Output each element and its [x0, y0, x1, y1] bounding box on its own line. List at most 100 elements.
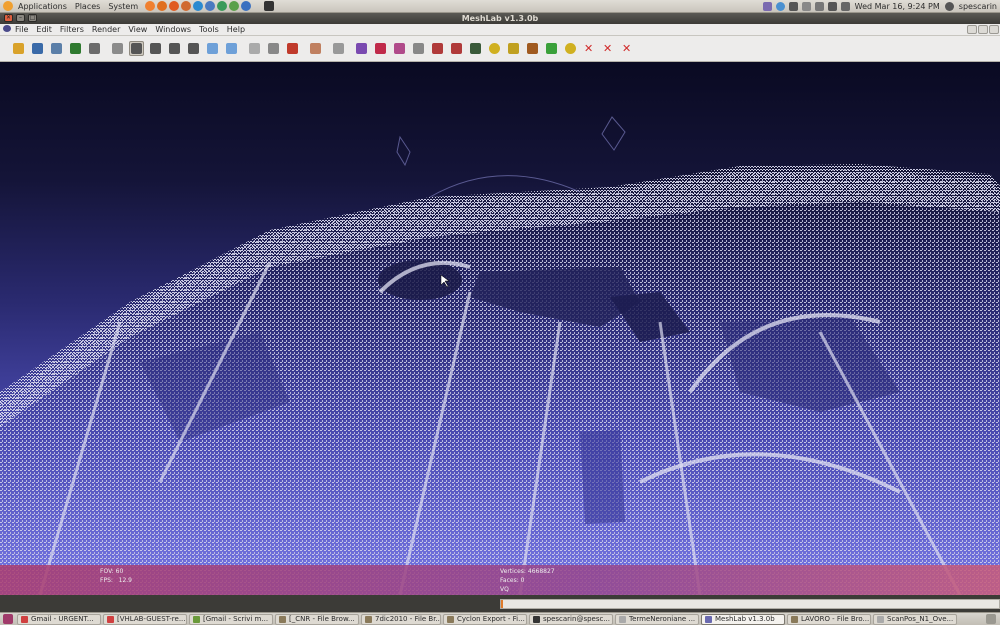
info-icon[interactable] — [563, 41, 578, 56]
camera-icon[interactable] — [217, 1, 228, 11]
taskbar-item[interactable]: ScanPos_N1_Ove... — [873, 613, 957, 625]
chat-icon[interactable] — [229, 1, 240, 11]
faces-label: Faces: — [500, 577, 519, 584]
subwindow-close-button[interactable] — [989, 25, 999, 34]
open-icon[interactable] — [11, 41, 26, 56]
brush-icon[interactable] — [506, 41, 521, 56]
taskbar-item[interactable]: [_CNR - File Brow... — [275, 613, 359, 625]
volume-icon[interactable] — [827, 1, 837, 11]
menu-edit[interactable]: Edit — [32, 25, 56, 34]
battery-icon[interactable] — [814, 1, 824, 11]
delete-faces-icon[interactable]: ✕ — [601, 41, 616, 56]
taskbar-item[interactable]: Gmail - URGENT... — [17, 613, 101, 625]
taskbar-item-label: Gmail - URGENT... — [31, 615, 94, 623]
top-menu-applications[interactable]: Applications — [14, 2, 71, 11]
taskbar-item[interactable]: [Gmail - Scrivi m... — [189, 613, 273, 625]
keyboard-icon[interactable] — [762, 1, 772, 11]
select-faces-icon[interactable] — [392, 41, 407, 56]
taskbar-item[interactable]: spescarin@spesc... — [529, 613, 613, 625]
window-minimize-button[interactable]: – — [16, 14, 25, 22]
envelope-icon[interactable] — [840, 1, 850, 11]
window-title: MeshLab v1.3.0b — [461, 14, 539, 23]
vlc-icon[interactable] — [157, 1, 168, 11]
delete-selected-icon[interactable]: ✕ — [620, 41, 635, 56]
app-icon — [533, 615, 540, 623]
window-titlebar[interactable]: ✕ – □ MeshLab v1.3.0b — [0, 13, 1000, 24]
top-menu-places[interactable]: Places — [71, 2, 104, 11]
window-maximize-button[interactable]: □ — [28, 14, 37, 22]
app-menu-icon[interactable] — [0, 25, 11, 34]
show-desktop-icon[interactable] — [3, 614, 13, 624]
network-icon[interactable] — [801, 1, 811, 11]
clock[interactable]: Wed Mar 16, 9:24 PM — [852, 2, 943, 11]
fov-value: 60 — [115, 568, 124, 575]
ubuntu-icon[interactable] — [145, 1, 156, 11]
window-close-button[interactable]: ✕ — [4, 14, 13, 22]
mail-tray-icon[interactable] — [788, 1, 798, 11]
flat-lines-icon[interactable] — [186, 41, 201, 56]
app-icon — [365, 615, 372, 623]
3d-viewport[interactable] — [0, 62, 1000, 595]
browser-icon[interactable] — [181, 1, 192, 11]
app-icon — [877, 615, 884, 623]
select-vertex-icon[interactable] — [354, 41, 369, 56]
skype-icon[interactable] — [193, 1, 204, 11]
taskbar-item[interactable]: [VHLAB-GUEST-re... — [103, 613, 187, 625]
menu-filters[interactable]: Filters — [56, 25, 88, 34]
progress-bar — [500, 599, 1000, 609]
measure-icon[interactable] — [430, 41, 445, 56]
task-list: Gmail - URGENT... [VHLAB-GUEST-re... [Gmai… — [16, 613, 958, 625]
light-icon[interactable] — [266, 41, 281, 56]
chrome-icon[interactable] — [241, 1, 252, 11]
trash-icon[interactable] — [986, 614, 996, 624]
raster-icon[interactable] — [468, 41, 483, 56]
help-icon[interactable] — [205, 1, 216, 11]
ubuntu-logo-icon[interactable] — [3, 1, 13, 11]
taskbar-item-label: [VHLAB-GUEST-re... — [117, 615, 186, 623]
menu-tools[interactable]: Tools — [195, 25, 223, 34]
annotate-icon[interactable] — [487, 41, 502, 56]
chrome-tray-icon[interactable] — [775, 1, 785, 11]
back-face-icon[interactable] — [285, 41, 300, 56]
move-icon[interactable] — [411, 41, 426, 56]
terminal-icon[interactable] — [264, 1, 275, 11]
menu-file[interactable]: File — [11, 25, 32, 34]
menu-windows[interactable]: Windows — [151, 25, 195, 34]
taskbar-item-label: [Gmail - Scrivi m... — [203, 615, 269, 623]
taskbar-item[interactable]: LAVORO - File Bro... — [787, 613, 871, 625]
subwindow-minimize-button[interactable] — [967, 25, 977, 34]
username[interactable]: spescarin — [956, 2, 1000, 11]
taskbar-item[interactable]: MeshLab v1.3.0b — [701, 613, 785, 625]
wireframe-icon[interactable] — [148, 41, 163, 56]
pencil-icon[interactable] — [525, 41, 540, 56]
menu-help[interactable]: Help — [223, 25, 249, 34]
taskbar-item[interactable]: Cyclon Export - Fi... — [443, 613, 527, 625]
points-pick-icon[interactable] — [544, 41, 559, 56]
flat-icon[interactable] — [205, 41, 220, 56]
menu-render[interactable]: Render — [88, 25, 124, 34]
texture-icon[interactable] — [247, 41, 262, 56]
taskbar-item[interactable]: 7dic2010 - File Br... — [361, 613, 441, 625]
top-menu-system[interactable]: System — [104, 2, 142, 11]
save-icon[interactable] — [68, 41, 83, 56]
points-icon[interactable] — [129, 41, 144, 56]
toolbar: ✕ ✕ ✕ — [0, 36, 1000, 62]
delete-vertices-icon[interactable]: ✕ — [582, 41, 597, 56]
subwindow-restore-button[interactable] — [978, 25, 988, 34]
paint-icon[interactable] — [373, 41, 388, 56]
color-icon[interactable] — [308, 41, 323, 56]
firefox-icon[interactable] — [169, 1, 180, 11]
save-snapshot-icon[interactable] — [49, 41, 64, 56]
taskbar-item-label: ScanPos_N1_Ove... — [887, 615, 954, 623]
pointer-icon[interactable] — [331, 41, 346, 56]
taskbar-item[interactable]: TermeNeroniane ... — [615, 613, 699, 625]
smooth-icon[interactable] — [224, 41, 239, 56]
bbox-icon[interactable] — [110, 41, 125, 56]
layers-icon[interactable] — [87, 41, 102, 56]
align-icon[interactable] — [449, 41, 464, 56]
app-icon — [705, 615, 712, 623]
menu-view[interactable]: View — [124, 25, 151, 34]
app-icon — [447, 615, 454, 623]
hidden-lines-icon[interactable] — [167, 41, 182, 56]
reload-icon[interactable] — [30, 41, 45, 56]
